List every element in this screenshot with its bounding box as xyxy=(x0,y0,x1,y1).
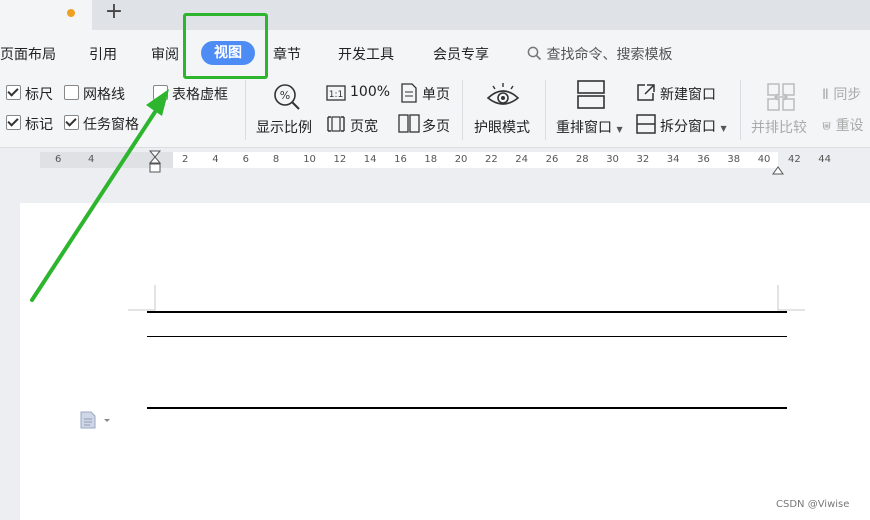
annotation-arrow xyxy=(30,89,169,302)
